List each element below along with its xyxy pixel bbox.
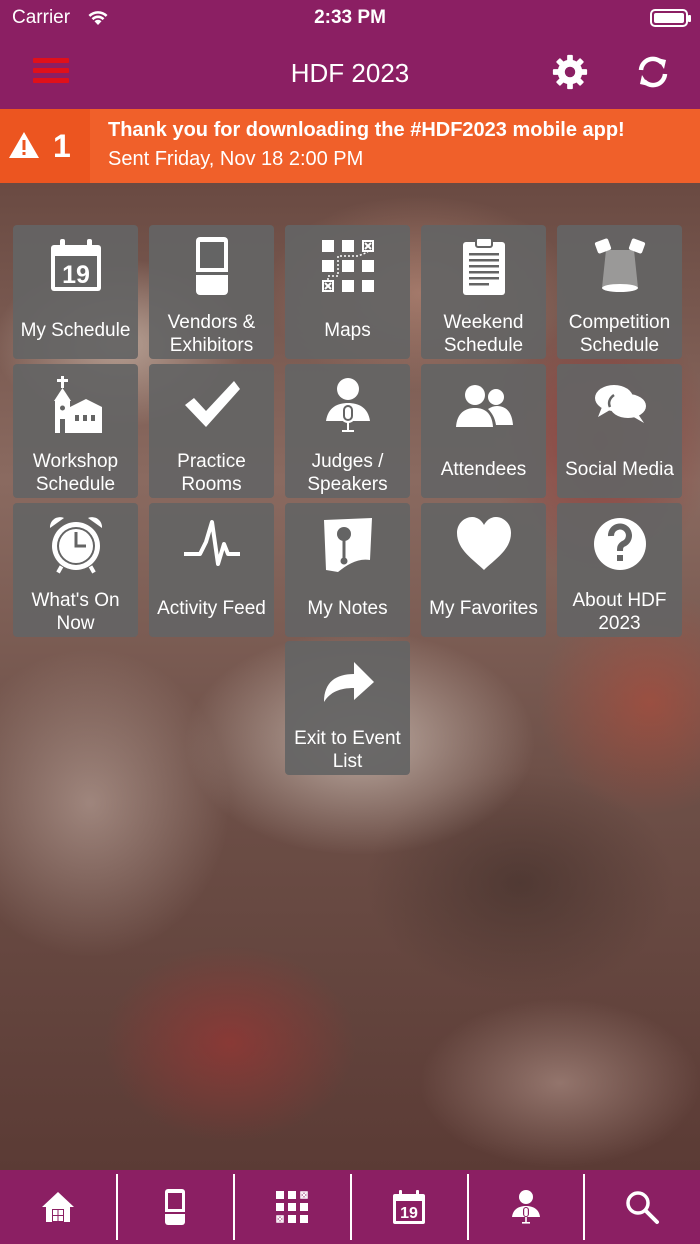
chat-bubbles-icon	[557, 372, 682, 438]
tile-whats-on-now[interactable]: What's On Now	[13, 503, 138, 637]
tile-workshop-schedule[interactable]: Workshop Schedule	[13, 364, 138, 498]
pulse-icon	[149, 511, 274, 577]
tile-social-media[interactable]: Social Media	[557, 364, 682, 498]
booth-icon	[165, 1189, 185, 1225]
note-icon	[285, 511, 410, 577]
tile-activity-feed[interactable]: Activity Feed	[149, 503, 274, 637]
tile-label: Social Media	[565, 459, 674, 480]
tile-label: Exit to Event List	[294, 728, 401, 772]
tile-label: Judges / Speakers	[307, 451, 388, 495]
banner-counter: 1	[0, 109, 90, 183]
share-arrow-icon	[285, 649, 410, 715]
calendar-icon: 19	[393, 1190, 425, 1224]
tile-my-schedule[interactable]: 19 My Schedule	[13, 225, 138, 359]
heart-icon	[421, 511, 546, 577]
search-icon	[626, 1191, 659, 1224]
calendar-icon: 19	[13, 233, 138, 299]
tile-weekend-schedule[interactable]: Weekend Schedule	[421, 225, 546, 359]
tab-speakers[interactable]	[468, 1170, 584, 1244]
tile-my-notes[interactable]: My Notes	[285, 503, 410, 637]
tab-home[interactable]	[0, 1170, 116, 1244]
banner-sent-time: Sent Friday, Nov 18 2:00 PM	[108, 148, 364, 170]
svg-text:19: 19	[400, 1205, 418, 1222]
clipboard-icon	[421, 233, 546, 299]
tile-judges-speakers[interactable]: Judges / Speakers	[285, 364, 410, 498]
tile-label: My Schedule	[20, 320, 131, 341]
tile-vendors-exhibitors[interactable]: Vendors & Exhibitors	[149, 225, 274, 359]
clock: 2:33 PM	[314, 7, 386, 28]
booth-icon	[149, 233, 274, 299]
alarm-clock-icon	[13, 511, 138, 577]
page-title: HDF 2023	[290, 58, 410, 88]
bottom-tab-bar: 19	[0, 1170, 700, 1244]
tab-maps[interactable]	[234, 1170, 350, 1244]
warning-icon	[9, 132, 39, 158]
notification-banner[interactable]: 1 Thank you for downloading the #HDF2023…	[0, 109, 700, 183]
tile-attendees[interactable]: Attendees	[421, 364, 546, 498]
tile-label: Maps	[324, 320, 371, 341]
tile-label: Practice Rooms	[177, 451, 246, 495]
speaker-icon	[285, 372, 410, 438]
map-grid-icon	[276, 1191, 308, 1223]
tab-schedule[interactable]: 19	[351, 1170, 467, 1244]
tile-competition-schedule[interactable]: Competition Schedule	[557, 225, 682, 359]
home-icon	[42, 1192, 74, 1222]
tile-practice-rooms[interactable]: Practice Rooms	[149, 364, 274, 498]
tile-label: Attendees	[440, 459, 527, 480]
tile-about-hdf[interactable]: About HDF 2023	[557, 503, 682, 637]
question-icon	[557, 511, 682, 577]
checkmark-icon	[149, 372, 274, 438]
people-icon	[421, 372, 546, 438]
status-bar: Carrier 2:33 PM	[0, 0, 700, 36]
refresh-icon[interactable]	[635, 54, 671, 90]
tab-search[interactable]	[584, 1170, 700, 1244]
church-icon	[13, 372, 138, 438]
tile-label: Competition Schedule	[568, 312, 671, 356]
app-header: HDF 2023	[0, 36, 700, 109]
battery-icon	[650, 9, 691, 27]
tab-vendors[interactable]	[117, 1170, 233, 1244]
speaker-icon	[512, 1190, 540, 1224]
gear-icon[interactable]	[551, 53, 589, 91]
tile-label: Activity Feed	[157, 598, 266, 619]
tile-label: About HDF 2023	[572, 590, 667, 634]
spotlight-icon	[557, 233, 682, 299]
banner-message: Thank you for downloading the #HDF2023 m…	[108, 119, 625, 141]
tile-exit-to-event-list[interactable]: Exit to Event List	[285, 641, 410, 775]
tile-label: Workshop Schedule	[32, 451, 119, 495]
tile-my-favorites[interactable]: My Favorites	[421, 503, 546, 637]
tile-label: My Favorites	[429, 598, 538, 619]
tile-label: Vendors & Exhibitors	[167, 312, 256, 356]
tile-label: Weekend Schedule	[443, 312, 524, 356]
tile-label: My Notes	[307, 598, 388, 619]
notification-count: 1	[53, 128, 71, 164]
tile-label: What's On Now	[31, 590, 120, 634]
tile-maps[interactable]: Maps	[285, 225, 410, 359]
map-grid-icon	[285, 233, 410, 299]
svg-text:19: 19	[62, 261, 90, 289]
